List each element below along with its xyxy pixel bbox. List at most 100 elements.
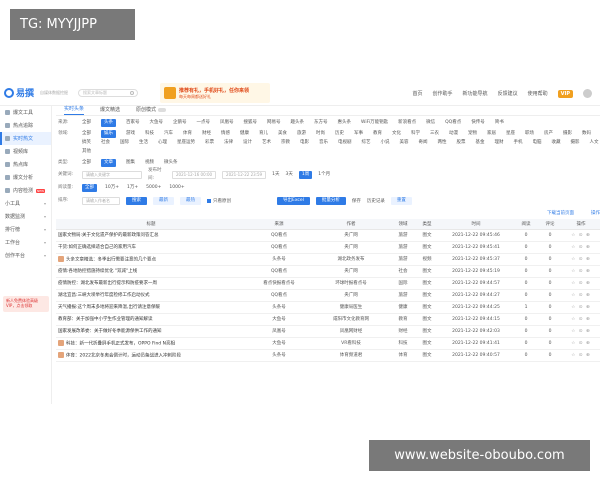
filter-option[interactable]: 文章 — [101, 159, 116, 167]
filter-option[interactable]: 网易号 — [267, 119, 281, 127]
row-author[interactable]: 央广网 — [312, 289, 390, 302]
row-title[interactable]: 体育：2022北京冬奥会倒计时，运动员备战进入冲刺阶段 — [66, 353, 181, 358]
reset-button[interactable]: 重置 — [390, 197, 412, 205]
nav-home[interactable]: 首页 — [413, 90, 423, 97]
filter-option[interactable]: 宗教 — [281, 139, 290, 147]
column-header[interactable]: 作者 — [312, 219, 390, 230]
filter-option[interactable]: 基金 — [476, 139, 485, 147]
filter-option[interactable]: 惠头条 — [338, 119, 352, 127]
row-author[interactable]: 环球时报看点号 — [312, 277, 390, 290]
filter-option[interactable]: 搞笑 — [82, 139, 91, 147]
table-row[interactable]: 疫情:各地防控措施持续优化 "双减"上线 QQ看点 央广网 社会 图文 2021-12-2… — [56, 265, 600, 278]
nav-new-features[interactable]: 新功能导航 — [463, 90, 488, 97]
search-icon[interactable] — [130, 91, 134, 95]
tab-realtime[interactable]: 实时头条 — [64, 105, 85, 115]
filter-option[interactable]: 美容 — [400, 139, 409, 147]
column-header[interactable]: 评论 — [538, 219, 562, 230]
row-title-cell[interactable]: 体育：2022北京冬奥会倒计时，运动员备战进入冲刺阶段 — [56, 349, 246, 362]
row-source[interactable]: QQ看点 — [246, 229, 312, 242]
sort-latest-button[interactable]: 最新 — [153, 197, 174, 205]
row-title[interactable]: 天气播报:这个周末多地将迎来降温,出行请注意保暖 — [58, 305, 160, 310]
column-header[interactable]: 领域 — [390, 219, 416, 230]
table-row[interactable]: 疫情防控：湖北发布最新出行提示和防疫要求一周 看点快报看点号 环球时报看点号 国际 图文… — [56, 277, 600, 290]
filter-option[interactable]: 星座 — [506, 130, 515, 138]
filter-option[interactable]: 新浪看点 — [398, 119, 416, 127]
column-header[interactable]: 类型 — [416, 219, 438, 230]
row-author[interactable]: 健康局医生 — [312, 301, 390, 314]
row-source[interactable]: 头条号 — [246, 301, 312, 314]
read-option[interactable]: 1万+ — [127, 184, 138, 192]
read-option[interactable]: 1000+ — [169, 184, 184, 192]
table-row[interactable]: 湖北宜昌:三峡大坝举行年度检修工作启动仪式 QQ看点 央广网 旅游 图文 2021-12-… — [56, 289, 600, 302]
filter-option[interactable]: 汽车 — [164, 130, 173, 138]
row-source[interactable]: QQ看点 — [246, 265, 312, 278]
table-row[interactable]: 国家文物局:关于文化遗产保护的最新政策问答汇总 QQ看点 央广网 旅游 图文 2021-1… — [56, 229, 600, 242]
filter-option[interactable]: 娱乐 — [101, 130, 116, 138]
filter-option[interactable]: 游戏 — [126, 130, 135, 138]
row-title-cell[interactable]: 疫情防控：湖北发布最新出行提示和防疫要求一周 — [56, 277, 246, 290]
filter-option[interactable]: 百家号 — [126, 119, 140, 127]
filter-option[interactable]: 宠物 — [468, 130, 477, 138]
column-header[interactable]: 阅读 — [514, 219, 538, 230]
row-author[interactable]: 央广网 — [312, 265, 390, 278]
history-link[interactable]: 历史记录 — [367, 198, 385, 204]
row-title[interactable]: 教育部：关于加强中小学生作业管理的通知解读 — [58, 317, 153, 322]
row-title[interactable]: 干货:如何正确选择适合自己的家用汽车 — [58, 245, 136, 250]
column-header[interactable]: 时间 — [438, 219, 514, 230]
row-source[interactable]: QQ看点 — [246, 241, 312, 254]
row-title[interactable]: 湖北宜昌:三峡大坝举行年度检修工作启动仪式 — [58, 293, 150, 298]
filter-option[interactable]: 快传号 — [471, 119, 485, 127]
table-row[interactable]: 干货:如何正确选择适合自己的家用汽车 QQ看点 央广网 旅游 图文 2021-12-22 … — [56, 241, 600, 254]
filter-option[interactable]: 房产 — [544, 130, 553, 138]
column-header[interactable]: 标题 — [56, 219, 246, 230]
filter-option[interactable]: 体育 — [183, 130, 192, 138]
filter-option[interactable]: 国际 — [120, 139, 129, 147]
row-actions[interactable]: ☆ ⊙ ⊕ — [562, 253, 600, 266]
row-title-cell[interactable]: 国家文物局:关于文化遗产保护的最新政策问答汇总 — [56, 229, 246, 242]
filter-option[interactable]: 科学 — [411, 130, 420, 138]
read-option[interactable]: 10万+ — [105, 184, 119, 192]
row-title[interactable]: 国家文物局:关于文化遗产保护的最新政策问答汇总 — [58, 233, 159, 238]
sidebar-item-hot-library[interactable]: 热点库 — [0, 158, 51, 171]
filter-option[interactable]: QQ看点 — [445, 119, 461, 127]
row-source[interactable]: 凤凰号 — [246, 325, 312, 338]
filter-option[interactable]: 音乐 — [319, 139, 328, 147]
row-title-cell[interactable]: 国家发展改革委：关于做好冬季能源保供工作的通知 — [56, 325, 246, 338]
row-title-cell[interactable]: 教育部：关于加强中小学生作业管理的通知解读 — [56, 313, 246, 326]
export-button[interactable]: 导出Excel — [277, 197, 310, 205]
row-title-cell[interactable]: 疫情:各地防控措施持续优化 "双减"上线 — [56, 265, 246, 278]
filter-option[interactable]: 手机 — [514, 139, 523, 147]
table-row[interactable]: 头条文章精选：冬季出行需要注意的几个要点 头条号 湖北政务发布 旅游 视频 2021-12… — [56, 253, 600, 266]
sidebar-item-realtime[interactable]: 实时热文 — [0, 132, 51, 145]
row-source[interactable]: QQ看点 — [246, 289, 312, 302]
save-link[interactable]: 保存 — [352, 198, 361, 204]
row-actions[interactable]: ☆ ⊙ ⊕ — [562, 325, 600, 338]
row-actions[interactable]: ☆ ⊙ ⊕ — [562, 313, 600, 326]
sidebar-group-monitor[interactable]: 数据监测 ▾ — [0, 210, 51, 223]
filter-option[interactable]: 电脑 — [533, 139, 542, 147]
time-option[interactable]: 1个月 — [318, 171, 330, 179]
filter-option[interactable]: 星座运势 — [177, 139, 195, 147]
download-page-link[interactable]: 下载当前页面 — [547, 210, 574, 216]
sidebar-group-tools[interactable]: 小工具 ▾ — [0, 197, 51, 210]
filter-option[interactable]: 综艺 — [362, 139, 371, 147]
sidebar-promo[interactable]: 新人免费体验高级VIP，点击领取 — [3, 296, 49, 312]
read-option[interactable]: 全部 — [82, 184, 97, 192]
time-option[interactable]: 1周 — [298, 171, 313, 179]
filter-option[interactable]: 人文 — [590, 139, 599, 147]
nav-assistant[interactable]: 创作助手 — [433, 90, 453, 97]
filter-option[interactable]: 企鹅号 — [173, 119, 187, 127]
filter-option[interactable]: 艺术 — [262, 139, 271, 147]
filter-option[interactable]: 动漫 — [449, 130, 458, 138]
row-source[interactable]: 头条号 — [246, 253, 312, 266]
filter-option[interactable]: 其他 — [82, 148, 91, 156]
sidebar-item-analysis[interactable]: 爆文分析 — [0, 171, 51, 184]
analysis-button[interactable]: 批量分析 — [315, 197, 346, 205]
row-title-cell[interactable]: 干货:如何正确选择适合自己的家用汽车 — [56, 241, 246, 254]
row-actions[interactable]: ☆ ⊙ ⊕ — [562, 277, 600, 290]
filter-option[interactable]: 电影 — [300, 139, 309, 147]
search-button[interactable]: 搜索 — [126, 197, 147, 205]
filter-option[interactable]: 军事 — [354, 130, 363, 138]
filter-option[interactable]: 全部 — [82, 119, 91, 127]
filter-option[interactable]: 情感 — [221, 130, 230, 138]
